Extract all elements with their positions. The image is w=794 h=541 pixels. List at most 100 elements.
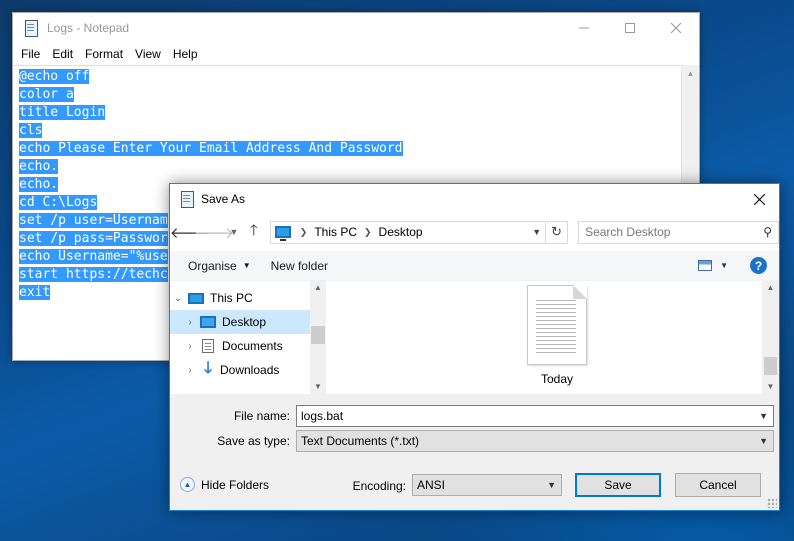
chevron-right-icon[interactable]: › bbox=[182, 317, 198, 328]
notepad-title: Logs - Notepad bbox=[47, 21, 130, 35]
close-button[interactable] bbox=[653, 13, 699, 43]
chevron-down-icon[interactable]: ▼ bbox=[720, 261, 728, 270]
documents-icon bbox=[202, 339, 214, 353]
code-line: cls bbox=[19, 123, 43, 138]
hide-folders-button[interactable]: ▲ Hide Folders bbox=[180, 477, 269, 492]
code-line: title Login bbox=[19, 105, 106, 120]
menu-edit[interactable]: Edit bbox=[46, 47, 79, 61]
notepad-titlebar[interactable]: Logs - Notepad bbox=[13, 13, 699, 43]
code-line: color a bbox=[19, 87, 74, 102]
save-type-select[interactable]: Text Documents (*.txt) ▼ bbox=[296, 430, 774, 452]
chevron-right-icon[interactable]: ❯ bbox=[297, 227, 311, 238]
scroll-down-icon[interactable]: ▼ bbox=[762, 380, 779, 394]
close-icon bbox=[671, 23, 681, 33]
save-type-label: Save as type: bbox=[217, 434, 290, 448]
breadcrumb-this-pc[interactable]: This PC bbox=[310, 225, 361, 239]
tree-item-documents[interactable]: › Documents bbox=[170, 334, 310, 358]
navigation-bar: 🡐 🡒 ▼ 🡑 ❯ This PC ❯ Desktop ▼ ↻ Search D… bbox=[170, 214, 779, 250]
up-button[interactable]: 🡑 bbox=[242, 220, 266, 244]
computer-icon bbox=[274, 226, 291, 241]
notepad-menubar: File Edit Format View Help bbox=[13, 43, 699, 65]
chevron-down-icon: ▼ bbox=[547, 480, 556, 490]
files-scrollbar[interactable]: ▲ ▼ bbox=[762, 281, 779, 394]
refresh-icon: ↻ bbox=[551, 224, 563, 239]
downloads-icon: 🡓 bbox=[203, 359, 213, 377]
tree-item-label: This PC bbox=[210, 291, 253, 305]
chevron-down-icon: ▼ bbox=[242, 261, 251, 270]
dialog-toolbar: Organise ▼ New folder ▼ ? bbox=[170, 250, 779, 280]
organise-label: Organise bbox=[188, 258, 237, 273]
file-name-label: File name: bbox=[233, 409, 290, 423]
new-folder-button[interactable]: New folder bbox=[271, 259, 328, 273]
save-button[interactable]: Save bbox=[575, 473, 661, 497]
arrow-up-icon: 🡑 bbox=[249, 221, 258, 239]
dialog-titlebar[interactable]: Save As bbox=[170, 184, 779, 214]
file-label: Today bbox=[540, 372, 574, 386]
save-type-value: Text Documents (*.txt) bbox=[301, 434, 420, 448]
forward-button[interactable]: 🡒 bbox=[194, 220, 234, 244]
tree-scrollbar[interactable]: ▲ ▼ bbox=[310, 281, 326, 394]
scroll-thumb[interactable] bbox=[311, 326, 325, 344]
recent-locations-button[interactable]: ▼ bbox=[226, 220, 242, 244]
scroll-up-icon[interactable]: ▲ bbox=[310, 281, 326, 295]
search-input[interactable]: Search Desktop ⚲ bbox=[578, 220, 779, 244]
navigation-tree: ⌄ This PC › Desktop › Documents › 🡓 Down… bbox=[170, 281, 326, 394]
desktop-icon bbox=[200, 316, 216, 328]
chevron-down-icon[interactable]: ⌄ bbox=[170, 293, 186, 304]
tree-item-desktop[interactable]: › Desktop bbox=[170, 310, 310, 334]
maximize-icon bbox=[625, 23, 635, 33]
organise-button[interactable]: Organise ▼ bbox=[188, 259, 251, 273]
code-line: echo Please Enter Your Email Address And… bbox=[19, 141, 403, 156]
menu-file[interactable]: File bbox=[15, 47, 46, 61]
chevron-up-icon: ▲ bbox=[180, 477, 195, 492]
refresh-button[interactable]: ↻ bbox=[546, 220, 569, 244]
resize-grip-icon[interactable] bbox=[767, 498, 777, 508]
notepad-icon bbox=[23, 20, 39, 37]
dialog-close-button[interactable] bbox=[739, 184, 779, 214]
encoding-select[interactable]: ANSI ▼ bbox=[412, 474, 562, 496]
chevron-down-icon[interactable]: ▼ bbox=[532, 227, 541, 237]
file-name-value: logs.bat bbox=[301, 409, 344, 423]
tree-item-label: Downloads bbox=[220, 363, 280, 377]
dialog-title: Save As bbox=[201, 192, 246, 206]
breadcrumb-desktop[interactable]: Desktop bbox=[375, 225, 427, 239]
minimize-button[interactable] bbox=[561, 13, 607, 43]
chevron-right-icon[interactable]: ❯ bbox=[361, 227, 375, 238]
chevron-right-icon[interactable]: › bbox=[182, 365, 198, 376]
file-name-field[interactable]: logs.bat ▼ bbox=[296, 405, 774, 427]
minimize-icon bbox=[579, 27, 589, 29]
save-as-dialog: Save As 🡐 🡒 ▼ 🡑 ❯ This PC ❯ Desktop ▼ ↻ bbox=[169, 183, 780, 511]
notepad-icon bbox=[179, 191, 195, 208]
scroll-thumb[interactable] bbox=[764, 357, 777, 375]
search-icon: ⚲ bbox=[763, 225, 772, 239]
menu-view[interactable]: View bbox=[129, 47, 167, 61]
chevron-down-icon: ▼ bbox=[759, 436, 768, 446]
code-line: echo. bbox=[19, 159, 59, 174]
close-icon bbox=[753, 193, 765, 205]
text-document-icon bbox=[527, 285, 587, 365]
help-icon[interactable]: ? bbox=[750, 257, 767, 274]
tree-item-downloads[interactable]: › 🡓 Downloads bbox=[170, 358, 310, 382]
chevron-down-icon[interactable]: ▼ bbox=[759, 411, 768, 421]
chevron-down-icon: ▼ bbox=[229, 227, 239, 237]
tree-item-label: Desktop bbox=[222, 315, 267, 329]
scroll-up-icon[interactable]: ▲ bbox=[762, 281, 779, 295]
chevron-right-icon[interactable]: › bbox=[182, 341, 198, 352]
browse-pane: ⌄ This PC › Desktop › Documents › 🡓 Down… bbox=[170, 281, 779, 394]
code-line: @echo off bbox=[19, 69, 90, 84]
view-options-icon[interactable] bbox=[698, 260, 713, 271]
cancel-button[interactable]: Cancel bbox=[675, 473, 761, 497]
file-list: Today bbox=[330, 281, 762, 394]
address-bar[interactable]: ❯ This PC ❯ Desktop ▼ bbox=[269, 220, 547, 244]
hide-folders-label: Hide Folders bbox=[201, 477, 270, 492]
tree-item-this-pc[interactable]: ⌄ This PC bbox=[170, 286, 310, 310]
encoding-label: Encoding: bbox=[352, 479, 406, 493]
maximize-button[interactable] bbox=[607, 13, 653, 43]
file-item[interactable]: Today bbox=[525, 285, 589, 390]
scroll-down-icon[interactable]: ▼ bbox=[310, 380, 326, 394]
search-placeholder: Search Desktop bbox=[585, 225, 671, 239]
menu-help[interactable]: Help bbox=[167, 47, 204, 61]
menu-format[interactable]: Format bbox=[79, 47, 129, 61]
computer-icon bbox=[188, 292, 204, 304]
scroll-up-icon[interactable]: ▲ bbox=[682, 65, 699, 82]
